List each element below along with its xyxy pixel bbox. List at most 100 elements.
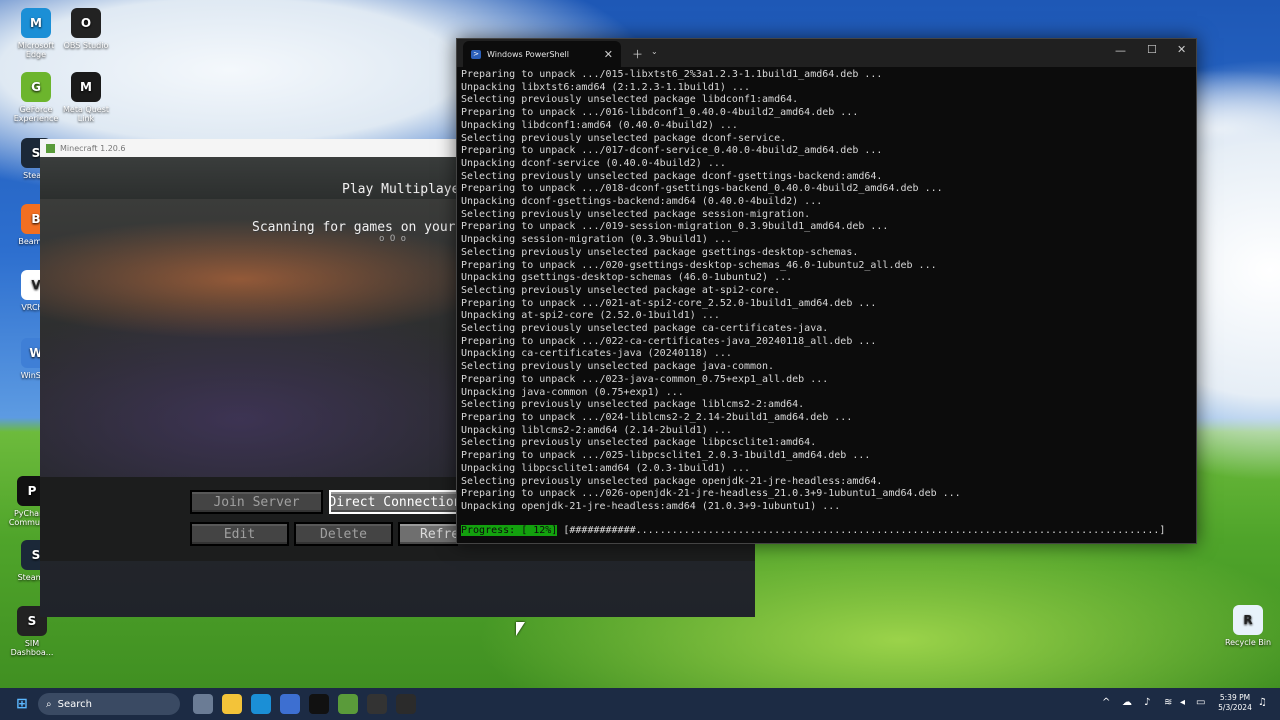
search-label: Search bbox=[57, 698, 92, 710]
start-button-icon[interactable]: ⊞ bbox=[12, 694, 32, 714]
terminal-line: Preparing to unpack .../025-libpcsclite1… bbox=[461, 450, 871, 462]
terminal-line: Selecting previously unselected package … bbox=[461, 323, 829, 335]
desktop-icon-label: Recycle Bin bbox=[1224, 638, 1272, 647]
terminal-line: Unpacking libxtst6:amd64 (2:1.2.3-1.1bui… bbox=[461, 81, 750, 93]
edge-icon: M bbox=[21, 8, 51, 38]
minecraft-icon[interactable] bbox=[338, 694, 358, 714]
join-server-button[interactable]: Join Server bbox=[190, 490, 323, 514]
terminal-line: Unpacking libpcsclite1:amd64 (2.0.3-1bui… bbox=[461, 462, 750, 474]
terminal-line: Unpacking dconf-service (0.40.0-4build2)… bbox=[461, 157, 726, 169]
terminal-line: Selecting previously unselected package … bbox=[461, 284, 781, 296]
terminal-line: Selecting previously unselected package … bbox=[461, 132, 787, 144]
geforce-icon: G bbox=[21, 72, 51, 102]
terminal-line: Preparing to unpack .../024-liblcms2-2_2… bbox=[461, 411, 853, 423]
terminal-line: Selecting previously unselected package … bbox=[461, 475, 883, 487]
desktop-icon-edge[interactable]: M Microsoft Edge bbox=[8, 8, 64, 59]
clock[interactable]: 5:39 PM 5/3/2024 bbox=[1215, 693, 1255, 713]
desktop-icon-label: GeForce Experience bbox=[13, 105, 59, 123]
scanning-status: Scanning for games on your l bbox=[252, 220, 472, 235]
search-box[interactable]: ⌕ Search bbox=[38, 693, 180, 715]
terminal-line: Preparing to unpack .../022-ca-certifica… bbox=[461, 335, 877, 347]
file-explorer-icon[interactable] bbox=[222, 694, 242, 714]
terminal-line: Selecting previously unselected package … bbox=[461, 208, 811, 220]
desktop-icon-obs[interactable]: O OBS Studio bbox=[58, 8, 114, 50]
terminal-line: Preparing to unpack .../023-java-common_… bbox=[461, 373, 829, 385]
progress-label: Progress: [ 12%] bbox=[461, 525, 558, 536]
pycharm-icon[interactable] bbox=[309, 694, 329, 714]
maximize-icon[interactable]: ☐ bbox=[1147, 43, 1157, 56]
scanning-dots: o O o bbox=[379, 234, 407, 244]
edit-button[interactable]: Edit bbox=[190, 522, 289, 546]
close-window-icon[interactable]: ✕ bbox=[1177, 43, 1186, 56]
terminal-line: Selecting previously unselected package … bbox=[461, 361, 775, 373]
obs-icon: O bbox=[71, 8, 101, 38]
desktop-icon-label: OBS Studio bbox=[63, 41, 109, 50]
volume-icon[interactable]: ◂ bbox=[1180, 697, 1185, 708]
terminal-icon[interactable] bbox=[396, 694, 416, 714]
microphone-icon[interactable]: ♪ bbox=[1144, 697, 1150, 708]
terminal-tab-bar: > Windows PowerShell ✕ ＋ ⌄ — ☐ ✕ bbox=[457, 39, 1196, 67]
chevron-down-icon[interactable]: ⌄ bbox=[651, 47, 658, 56]
terminal-line: Preparing to unpack .../018-dconf-gsetti… bbox=[461, 183, 943, 195]
terminal-line: Unpacking libdconf1:amd64 (0.40.0-4build… bbox=[461, 119, 738, 131]
minecraft-app-icon bbox=[46, 143, 55, 153]
powershell-window[interactable]: > Windows PowerShell ✕ ＋ ⌄ — ☐ ✕ Prepari… bbox=[456, 38, 1197, 544]
terminal-line: Unpacking at-spi2-core (2.52.0-1build1) … bbox=[461, 310, 720, 322]
taskbar: ⊞ ⌕ Search ^ ☁ ♪ ≋ ◂ ▭ 5:39 PM 5/3/2024 … bbox=[0, 688, 1280, 720]
clock-time: 5:39 PM bbox=[1219, 693, 1251, 702]
tab-windows-powershell[interactable]: > Windows PowerShell ✕ bbox=[463, 41, 621, 67]
terminal-line: Unpacking java-common (0.75+exp1) ... bbox=[461, 386, 684, 398]
desktop-icon-label: Microsoft Edge bbox=[17, 41, 55, 59]
delete-button[interactable]: Delete bbox=[294, 522, 393, 546]
terminal-line: Selecting previously unselected package … bbox=[461, 437, 817, 449]
desktop-icon-meta[interactable]: M Meta Quest Link bbox=[58, 72, 114, 123]
wifi-icon[interactable]: ≋ bbox=[1164, 697, 1172, 708]
battery-icon[interactable]: ▭ bbox=[1196, 697, 1205, 708]
minecraft-window-title: Minecraft 1.20.6 bbox=[60, 143, 126, 153]
terminal-line: Unpacking openjdk-21-jre-headless:amd64 … bbox=[461, 500, 841, 512]
terminal-line: Unpacking dconf-gsettings-backend:amd64 … bbox=[461, 196, 823, 208]
terminal-line: Preparing to unpack .../017-dconf-servic… bbox=[461, 145, 883, 157]
terminal-line: Preparing to unpack .../026-openjdk-21-j… bbox=[461, 488, 961, 500]
progress-line: Progress: [ 12%] [###########...........… bbox=[461, 525, 1165, 536]
chevron-up-icon[interactable]: ^ bbox=[1102, 697, 1110, 708]
mouse-cursor-icon bbox=[516, 622, 525, 636]
terminal-line: Preparing to unpack .../019-session-migr… bbox=[461, 221, 889, 233]
powershell-icon: > bbox=[471, 49, 481, 59]
terminal-line: Preparing to unpack .../016-libdconf1_0.… bbox=[461, 107, 859, 119]
desktop-icon-geforce[interactable]: G GeForce Experience bbox=[8, 72, 64, 123]
search-icon: ⌕ bbox=[46, 698, 52, 710]
meta-icon: M bbox=[71, 72, 101, 102]
progress-bar: [###########............................… bbox=[563, 525, 1166, 536]
notification-bell-icon[interactable]: ♫ bbox=[1258, 697, 1267, 708]
new-tab-icon[interactable]: ＋ bbox=[632, 46, 643, 62]
desktop-icon-recycle-bin[interactable]: R Recycle Bin bbox=[1220, 605, 1276, 647]
terminal-line: Selecting previously unselected package … bbox=[461, 170, 883, 182]
terminal-line: Selecting previously unselected package … bbox=[461, 94, 799, 106]
store-icon[interactable] bbox=[280, 694, 300, 714]
terminal-line: Unpacking gsettings-desktop-schemas (46.… bbox=[461, 272, 793, 284]
terminal-line: Selecting previously unselected package … bbox=[461, 246, 859, 258]
refresh-button[interactable]: Refre bbox=[398, 522, 458, 546]
terminal-output[interactable]: Preparing to unpack .../015-libxtst6_2%3… bbox=[461, 69, 1191, 514]
terminal-line: Preparing to unpack .../021-at-spi2-core… bbox=[461, 297, 877, 309]
desktop-icon-label: Meta Quest Link bbox=[63, 105, 109, 123]
terminal-line: Preparing to unpack .../020-gsettings-de… bbox=[461, 259, 937, 271]
direct-connection-button[interactable]: Direct Connection bbox=[329, 490, 461, 514]
tab-title: Windows PowerShell bbox=[487, 49, 569, 59]
cloud-icon[interactable]: ☁ bbox=[1122, 697, 1132, 708]
terminal-line: Unpacking liblcms2-2:amd64 (2.14-2build1… bbox=[461, 424, 732, 436]
terminal-line: Selecting previously unselected package … bbox=[461, 399, 805, 411]
terminal-line: Preparing to unpack .../015-libxtst6_2%3… bbox=[461, 69, 883, 80]
close-tab-icon[interactable]: ✕ bbox=[604, 48, 613, 61]
task-view-icon[interactable] bbox=[193, 694, 213, 714]
edge-icon[interactable] bbox=[251, 694, 271, 714]
clock-date: 5/3/2024 bbox=[1218, 703, 1252, 712]
desktop-icon-label: SIM Dashboa... bbox=[10, 639, 54, 657]
screen-title: Play Multiplayer bbox=[342, 182, 468, 197]
terminal-line: Unpacking session-migration (0.3.9build1… bbox=[461, 234, 732, 246]
obs-icon[interactable] bbox=[367, 694, 387, 714]
minimize-icon[interactable]: — bbox=[1115, 44, 1126, 57]
terminal-line: Unpacking ca-certificates-java (20240118… bbox=[461, 348, 732, 360]
recycle-bin-icon: R bbox=[1233, 605, 1263, 635]
